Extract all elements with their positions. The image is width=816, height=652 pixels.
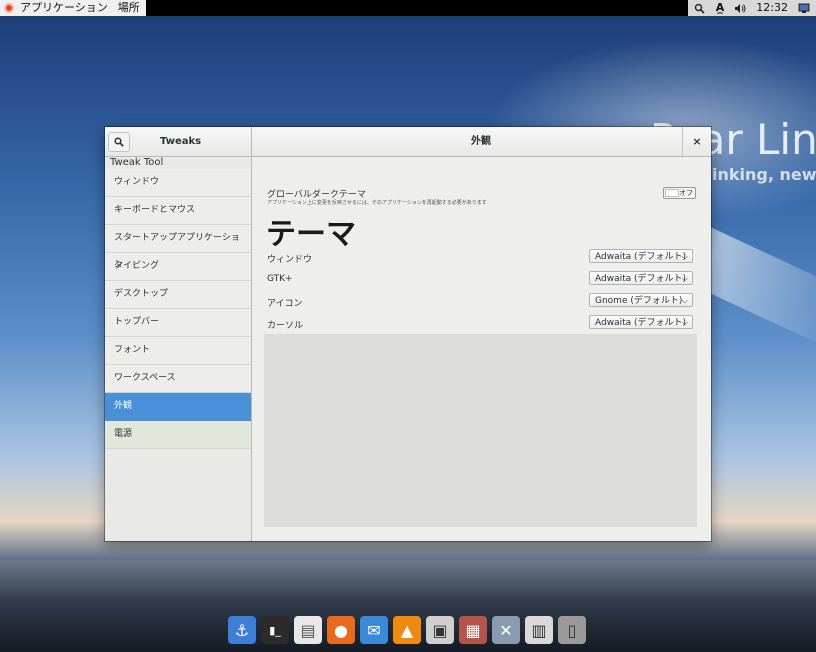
search-icon — [114, 137, 124, 147]
sidebar-item-workspaces[interactable]: ワークスペース — [105, 365, 251, 393]
volume-icon[interactable] — [734, 2, 746, 14]
system-monitor-icon[interactable]: ▥ — [525, 616, 553, 644]
wallpaper-tagline: inking, new p — [712, 165, 816, 184]
screenshot-icon[interactable]: ▣ — [426, 616, 454, 644]
window-theme-label: ウィンドウ — [267, 255, 313, 265]
gtk-theme-label: GTK+ — [267, 274, 293, 284]
theme-heading: テーマ — [266, 217, 356, 252]
top-panel-menus: アプリケーション 場所 — [0, 0, 146, 16]
clock[interactable]: 12:32 — [756, 0, 788, 16]
chevron-down-icon: ⌵ — [681, 274, 688, 283]
settings-tools-icon[interactable]: ✕ — [492, 616, 520, 644]
trash-icon[interactable]: ▯ — [558, 616, 586, 644]
sidebar-item-typing[interactable]: タイピング — [105, 253, 251, 281]
sidebar: Tweak Tool ウィンドウ キーボードとマウス スタートアップアプリケーシ… — [105, 157, 252, 541]
icon-theme-value: Gnome (デフォルト) — [595, 296, 683, 306]
terminal-icon[interactable]: ▮_ — [261, 616, 289, 644]
global-dark-theme-switch[interactable]: オフ — [663, 187, 696, 199]
dock: ⚓ ▮_ ▤ ● ✉ ▲ ▣ ▦ ✕ ▥ ▯ — [224, 612, 600, 644]
empty-content-area — [264, 334, 697, 527]
sidebar-item-power[interactable]: 電源 — [105, 421, 251, 449]
tweak-tool-window: Tweaks 外観 × Tweak Tool ウィンドウ キーボードとマウス ス… — [105, 127, 711, 541]
gtk-theme-value: Adwaita (デフォルト) — [595, 274, 687, 284]
icon-theme-label: アイコン — [267, 299, 303, 309]
switch-knob — [665, 189, 679, 197]
sidebar-item-desktop[interactable]: デスクトップ — [105, 281, 251, 309]
close-icon: × — [692, 135, 702, 148]
close-button[interactable]: × — [682, 127, 711, 156]
vlc-icon[interactable]: ▲ — [393, 616, 421, 644]
window-theme-select[interactable]: Adwaita (デフォルト) ⌵ — [589, 249, 693, 263]
chevron-down-icon: ⌵ — [681, 252, 688, 261]
cursor-theme-select[interactable]: Adwaita (デフォルト) ⌵ — [589, 315, 693, 329]
sidebar-item-window[interactable]: ウィンドウ — [105, 169, 251, 197]
sidebar-item-keyboard-mouse[interactable]: キーボードとマウス — [105, 197, 251, 225]
sidebar-item-startup-applications[interactable]: スタートアップアプリケーション — [105, 225, 251, 270]
sidebar-item-top-bar[interactable]: トップバー — [105, 309, 251, 337]
global-dark-theme-note: アプリケーション上に変更を反映させるには、そのアプリケーションを再起動する必要が… — [267, 200, 487, 206]
search-button[interactable] — [108, 132, 130, 152]
chevron-down-icon: ⌵ — [681, 296, 688, 305]
window-theme-value: Adwaita (デフォルト) — [595, 252, 687, 262]
thunderbird-icon[interactable]: ✉ — [360, 616, 388, 644]
sidebar-headerbar: Tweaks — [105, 127, 252, 157]
firefox-icon[interactable]: ● — [327, 616, 355, 644]
package-installer-icon[interactable]: ▦ — [459, 616, 487, 644]
content-title: 外観 — [471, 136, 491, 147]
sidebar-title: Tweaks — [160, 136, 202, 147]
sidebar-item-appearance[interactable]: 外観 — [105, 393, 251, 421]
cursor-theme-value: Adwaita (デフォルト) — [595, 318, 687, 328]
top-panel-status-area: A̲ 12:32 — [687, 0, 816, 16]
cursor-theme-label: カーソル — [267, 321, 304, 331]
sidebar-caption: Tweak Tool — [110, 157, 164, 168]
sidebar-item-fonts[interactable]: フォント — [105, 337, 251, 365]
anchor-icon[interactable]: ⚓ — [228, 616, 256, 644]
display-icon[interactable] — [798, 2, 810, 14]
search-tool-icon[interactable] — [694, 2, 706, 14]
gtk-theme-select[interactable]: Adwaita (デフォルト) ⌵ — [589, 271, 693, 285]
text-editor-icon[interactable]: ▤ — [294, 616, 322, 644]
chevron-down-icon: ⌵ — [681, 318, 688, 327]
input-method-indicator[interactable]: A̲ — [716, 0, 725, 16]
switch-state: オフ — [679, 189, 693, 197]
places-menu[interactable]: 場所 — [118, 0, 140, 16]
applications-menu[interactable]: アプリケーション — [20, 0, 108, 16]
top-panel: アプリケーション 場所 A̲ 12:32 — [0, 0, 816, 16]
appearance-panel: グローバルダークテーマ アプリケーション上に変更を反映させるには、そのアプリケー… — [252, 157, 711, 541]
applications-menu-icon — [4, 3, 14, 13]
content-headerbar: 外観 × — [252, 127, 711, 157]
icon-theme-select[interactable]: Gnome (デフォルト) ⌵ — [589, 293, 693, 307]
